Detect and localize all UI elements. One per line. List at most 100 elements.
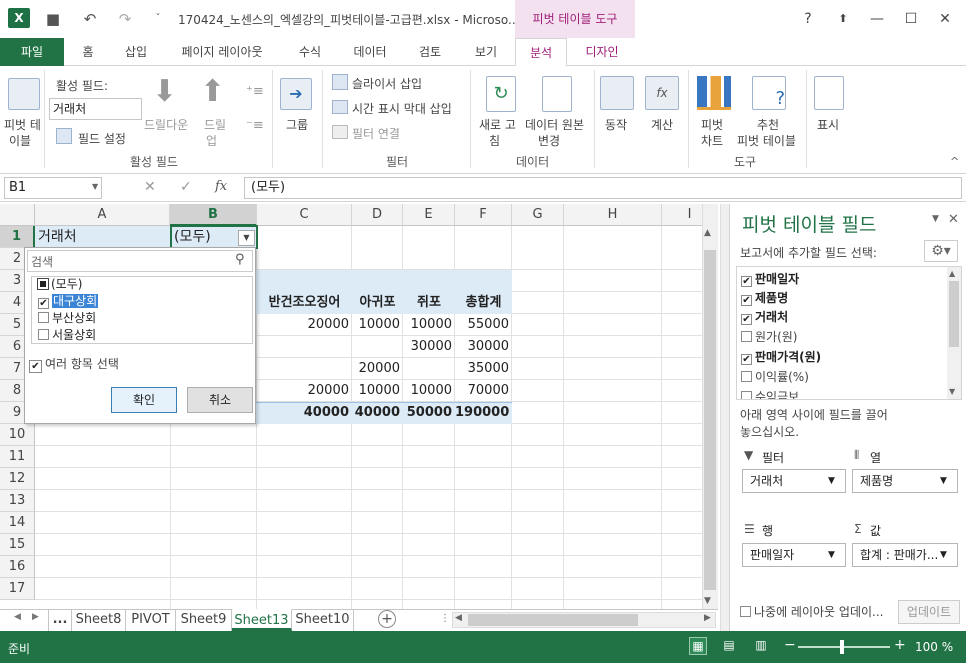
value-cell[interactable]: 10000 <box>403 380 455 402</box>
ribbon-display-options-button[interactable]: ⬆ <box>832 8 854 30</box>
grand-total-cell[interactable]: 190000 <box>455 402 512 424</box>
new-sheet-icon[interactable]: + <box>378 610 396 628</box>
column-label-cell[interactable]: 쥐포 <box>403 292 455 314</box>
tab-review[interactable]: 검토 <box>414 38 446 66</box>
column-header-c[interactable]: C <box>257 204 352 226</box>
value-cell[interactable]: 20000 <box>257 380 352 402</box>
zoom-slider[interactable] <box>798 646 890 648</box>
group-button[interactable]: 그룹 <box>286 116 308 133</box>
column-label-cell[interactable]: 총합계 <box>455 292 512 314</box>
drill-down-button[interactable]: 드릴다운 <box>144 116 188 133</box>
formula-input[interactable]: (모두) <box>244 177 962 199</box>
filter-item[interactable]: (모두) <box>37 276 82 293</box>
minimize-button[interactable]: — <box>866 8 888 30</box>
filter-search-box[interactable] <box>27 250 253 272</box>
redo-icon[interactable]: ↷ <box>115 9 135 29</box>
pivottable-button-label-2[interactable]: 이블 <box>9 132 31 149</box>
tab-view[interactable]: 보기 <box>470 38 502 66</box>
value-cell[interactable]: 55000 <box>455 314 512 336</box>
dropdown-arrow-icon[interactable]: ▼ <box>940 550 947 560</box>
gear-icon[interactable]: ⚙▾ <box>924 240 958 262</box>
value-cell[interactable]: 30000 <box>403 336 455 358</box>
refresh-button-2[interactable]: 침 <box>489 132 500 149</box>
pivotchart-button-2[interactable]: 차트 <box>701 132 723 149</box>
scroll-right-icon[interactable]: ▶ <box>704 613 711 623</box>
pane-close-icon[interactable]: ✕ <box>948 212 959 227</box>
zoom-out-icon[interactable]: − <box>784 637 796 653</box>
zoom-level[interactable]: 100 % <box>915 640 953 654</box>
column-header-a[interactable]: A <box>35 204 170 226</box>
recommended-pivottables-button[interactable]: 추천 <box>757 116 779 133</box>
field-item[interactable]: 수익금보 <box>741 387 799 399</box>
cell-a1[interactable]: 거래처 <box>38 226 77 248</box>
filter-connections-button[interactable]: 필터 연결 <box>352 125 400 142</box>
row-header[interactable]: 13 <box>0 490 35 512</box>
more-sheets-button[interactable]: ... <box>48 609 72 631</box>
select-all-corner[interactable] <box>0 204 35 226</box>
row-header[interactable]: 16 <box>0 556 35 578</box>
enter-entry-icon[interactable]: ✓ <box>180 179 192 195</box>
field-item[interactable]: ✔ 판매가격(원) <box>741 347 821 367</box>
customize-qat-icon[interactable]: ˇ <box>148 9 168 29</box>
change-data-source-button-2[interactable]: 변경 <box>538 132 560 149</box>
column-label-cell[interactable]: 아귀포 <box>352 292 403 314</box>
pivotchart-button[interactable]: 피벗 <box>701 116 723 133</box>
field-list-scroll-thumb[interactable] <box>949 281 959 347</box>
actions-button[interactable]: 동작 <box>605 116 627 133</box>
column-header-d[interactable]: D <box>352 204 403 226</box>
column-label-cell[interactable]: 반건조오징어 <box>257 292 352 314</box>
row-header[interactable]: 1 <box>0 226 35 248</box>
value-cell[interactable]: 10000 <box>352 314 403 336</box>
filter-search-placeholder[interactable]: 검색 <box>31 253 53 270</box>
page-layout-view-icon[interactable]: ▤ <box>720 637 738 655</box>
zoom-in-icon[interactable]: + <box>894 637 906 653</box>
sheet-tab-sheet9[interactable]: Sheet9 <box>176 609 232 631</box>
column-header-f[interactable]: F <box>455 204 512 226</box>
scrollbar-thumb[interactable] <box>704 250 716 590</box>
row-header[interactable]: 10 <box>0 424 35 446</box>
value-cell[interactable]: 30000 <box>455 336 512 358</box>
name-box[interactable]: B1 <box>4 177 102 199</box>
grand-total-cell[interactable]: 40000 <box>257 402 352 424</box>
value-cell[interactable]: 10000 <box>403 314 455 336</box>
value-cell[interactable]: 10000 <box>352 380 403 402</box>
scroll-down-icon[interactable]: ▼ <box>949 387 955 396</box>
tab-page-layout[interactable]: 페이지 레이아웃 <box>176 38 268 66</box>
value-cell[interactable]: 35000 <box>455 358 512 380</box>
dropdown-arrow-icon[interactable]: ▼ <box>828 476 835 486</box>
filter-item[interactable]: 서울상회 <box>38 327 96 344</box>
cell-b1[interactable]: (모두) <box>174 226 211 248</box>
page-break-view-icon[interactable]: ▥ <box>752 637 770 655</box>
hscrollbar-thumb[interactable] <box>468 614 638 626</box>
hscroll-options-icon[interactable]: ⋮ <box>440 613 450 624</box>
expand-field-icon[interactable]: ⁺≡ <box>246 84 264 99</box>
name-box-dropdown-icon[interactable]: ▼ <box>92 182 98 191</box>
scroll-down-icon[interactable]: ▼ <box>704 596 711 606</box>
refresh-button[interactable]: 새로 고 <box>479 116 516 133</box>
value-cell[interactable]: 20000 <box>257 314 352 336</box>
tab-file[interactable]: 파일 <box>0 38 64 66</box>
pivottable-button-label[interactable]: 피벗 테 <box>4 116 41 133</box>
grand-total-cell[interactable]: 40000 <box>352 402 403 424</box>
field-item[interactable]: 원가(원) <box>741 327 797 347</box>
filter-item[interactable]: ✔ 대구상회 <box>38 293 99 310</box>
column-header-e[interactable]: E <box>403 204 455 226</box>
change-data-source-button[interactable]: 데이터 원본 <box>525 116 584 133</box>
filter-dropdown-arrow-icon[interactable]: ▼ <box>238 230 255 246</box>
active-field-input[interactable]: 거래처 <box>49 98 142 120</box>
field-item[interactable]: ✔ 판매일자 <box>741 269 799 289</box>
cancel-button[interactable]: 취소 <box>187 387 253 413</box>
field-item[interactable]: 이익률(%) <box>741 367 809 387</box>
row-header[interactable]: 14 <box>0 512 35 534</box>
scroll-left-icon[interactable]: ◀ <box>455 613 462 623</box>
help-button[interactable]: ? <box>797 8 819 30</box>
defer-update-checkbox[interactable]: 나중에 레이아웃 업데이... <box>740 602 883 622</box>
pane-options-icon[interactable]: ▼ <box>932 214 939 224</box>
scroll-up-icon[interactable]: ▲ <box>949 269 955 278</box>
tab-insert[interactable]: 삽입 <box>120 38 152 66</box>
tab-design[interactable]: 디자인 <box>578 38 626 66</box>
dropdown-arrow-icon[interactable]: ▼ <box>828 550 835 560</box>
row-header[interactable]: 11 <box>0 446 35 468</box>
sheet-tab-sheet13[interactable]: Sheet13 <box>232 609 292 631</box>
grand-total-cell[interactable]: 50000 <box>403 402 455 424</box>
